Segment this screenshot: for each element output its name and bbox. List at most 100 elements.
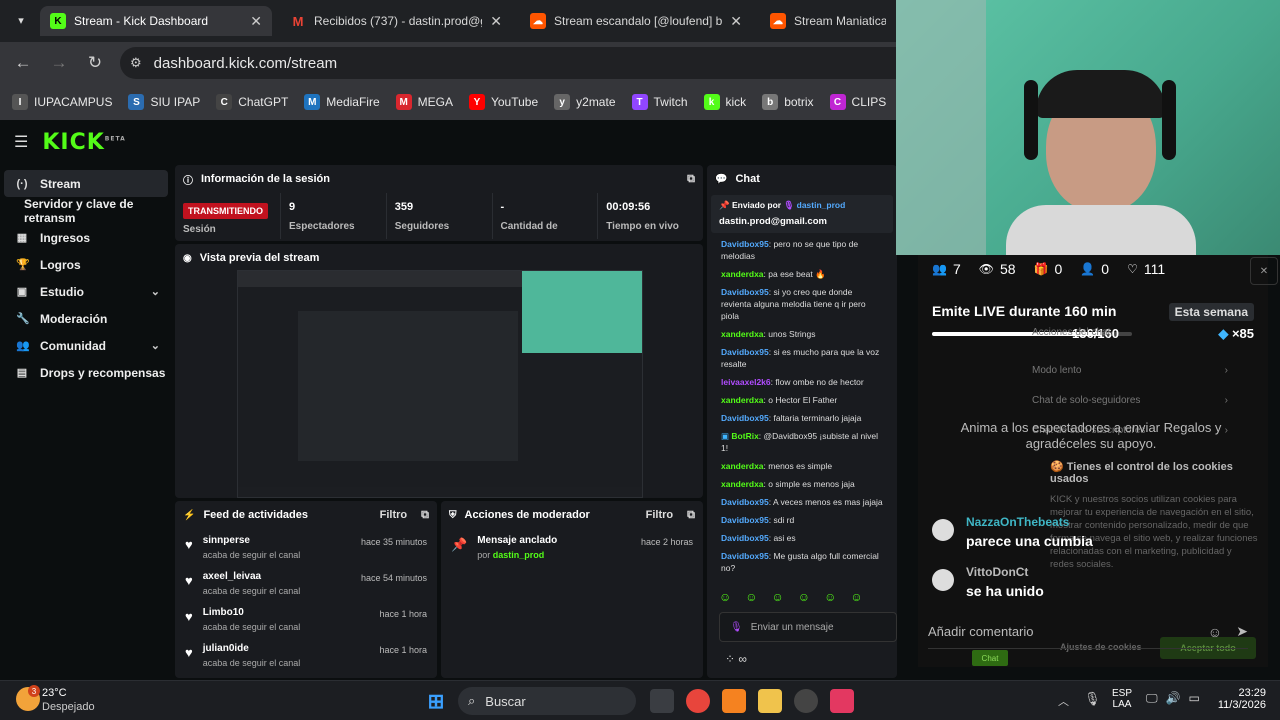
chat-username[interactable]: leivaaxel2k6 (721, 377, 771, 387)
fl-studio-icon[interactable] (722, 689, 746, 713)
language-indicator[interactable]: ESP LAA (1112, 688, 1132, 710)
sidebar-item-stream[interactable]: (·) Stream (4, 170, 168, 197)
chat-username[interactable]: xanderdxa (721, 461, 764, 471)
tab-gmail[interactable]: M Recibidos (737) - dastin.prod@gmail.c … (280, 6, 512, 36)
chat-action-item[interactable]: Chat de solo-seguidores › (1032, 395, 1228, 406)
sidebar-item-moderación[interactable]: 🔧 Moderación (4, 305, 168, 332)
bookmark-botrix[interactable]: b botrix (762, 94, 814, 110)
chat-username[interactable]: xanderdxa (721, 479, 764, 489)
forward-icon[interactable]: → (48, 52, 70, 74)
overlay-stat: ♡ 111 (1127, 261, 1165, 277)
task-view-icon[interactable] (650, 689, 674, 713)
chat-action-item[interactable]: Acciones del chat (1032, 327, 1228, 338)
chrome-icon[interactable] (686, 689, 710, 713)
tray-icons[interactable]: 🖵 🔊 ▭ (1146, 691, 1200, 706)
feed-time: hace 54 minutos (360, 573, 427, 583)
comment-user[interactable]: VittoDonCt (966, 565, 1028, 579)
close-icon[interactable]: ✕ (250, 13, 262, 30)
chat-input[interactable]: 🎙 Enviar un mensaje (719, 612, 897, 642)
menu-icon[interactable]: ☰ (14, 132, 28, 152)
emote-icon[interactable]: ☺ (850, 590, 862, 604)
pinned-user[interactable]: dastin_prod (797, 200, 846, 210)
comment-user[interactable]: NazzaOnThebeats (966, 515, 1069, 529)
chat-action-item[interactable]: Modo lento › (1032, 365, 1228, 376)
feed-username[interactable]: Limbo10 (203, 607, 301, 618)
emote-icon[interactable]: ☺ (824, 590, 836, 604)
chat-username[interactable]: xanderdxa (721, 269, 764, 279)
site-info-icon[interactable]: ⚙ (130, 55, 142, 71)
tab-kick-dashboard[interactable]: K Stream - Kick Dashboard ✕ (40, 6, 272, 36)
tab-soundcloud-2[interactable]: ☁ Stream Maniatica by [@ (760, 6, 896, 36)
clock[interactable]: 23:29 11/3/2026 (1212, 687, 1266, 711)
chat-username[interactable]: Davidbox95 (721, 347, 769, 357)
emote-icon[interactable]: ☺ (798, 590, 810, 604)
overlay-chat-button[interactable]: Chat (972, 650, 1008, 666)
popout-icon[interactable]: ⧉ (687, 509, 695, 522)
taskbar-search[interactable]: ⌕ Buscar (458, 687, 636, 715)
capcut-icon[interactable] (830, 689, 854, 713)
stream-preview-video[interactable] (237, 270, 643, 498)
windows-start-icon[interactable]: ⊞ (424, 689, 448, 713)
emote-icon[interactable]: ☺ (745, 590, 757, 604)
obs-icon[interactable] (794, 689, 818, 713)
sidebar-item-servidor[interactable]: Servidor y clave de retransm (4, 197, 168, 225)
close-icon[interactable]: ✕ (490, 13, 502, 30)
bookmark-siu-ipap[interactable]: S SIU IPAP (128, 94, 200, 110)
chat-username[interactable]: Davidbox95 (721, 239, 769, 249)
bookmark-clips[interactable]: C CLIPS (829, 94, 886, 110)
chat-message: leivaaxel2k6: flow ombe no de hector (707, 373, 897, 391)
comment-input[interactable]: Añadir comentario ☺ ➤ (928, 615, 1248, 649)
close-icon[interactable]: ✕ (730, 13, 742, 30)
emote-icon[interactable]: ☺ (719, 590, 731, 604)
chevron-down-icon[interactable]: ⌄ (151, 285, 160, 298)
bookmark-mediafire[interactable]: M MediaFire (304, 94, 380, 110)
address-bar[interactable]: ⚙ dashboard.kick.com/stream (120, 47, 1020, 79)
chat-username[interactable]: Davidbox95 (721, 533, 769, 543)
bookmark-youtube[interactable]: Y YouTube (468, 94, 538, 110)
bookmark-chatgpt[interactable]: C ChatGPT (216, 94, 288, 110)
chat-username[interactable]: Davidbox95 (721, 551, 769, 561)
chat-header: 💬 Chat (707, 165, 897, 193)
feed-filter-button[interactable]: Filtro (380, 509, 408, 521)
popout-icon[interactable]: ⧉ (421, 509, 429, 522)
chat-username[interactable]: Davidbox95 (721, 413, 769, 423)
sidebar-item-logros[interactable]: 🏆 Logros (4, 251, 168, 278)
bookmark-mega[interactable]: M MEGA (395, 94, 453, 110)
bookmark-twitch[interactable]: T Twitch (631, 94, 688, 110)
chat-username[interactable]: Davidbox95 (721, 497, 769, 507)
chevron-down-icon[interactable]: ⌄ (151, 339, 160, 352)
tab-soundcloud-1[interactable]: ☁ Stream escandalo [@loufend] by [@a ✕ (520, 6, 752, 36)
tray-chevron-icon[interactable]: ︿ (1058, 693, 1069, 709)
emoji-icon[interactable]: ☺ (1208, 624, 1222, 640)
chat-text: o Hector El Father (768, 395, 838, 405)
sidebar-item-ingresos[interactable]: ▦ Ingresos (4, 224, 168, 251)
mic-icon[interactable]: 🎙 (1084, 691, 1101, 707)
kick-logo[interactable]: KICKBETA (42, 130, 125, 155)
feed-username[interactable]: axeel_leivaa (203, 571, 301, 582)
sidebar-item-comunidad[interactable]: 👥 Comunidad ⌄ (4, 332, 168, 359)
sidebar-item-drops[interactable]: ▤ Drops y recompensas (4, 359, 168, 386)
emote-icon[interactable]: ☺ (772, 590, 784, 604)
mod-filter-button[interactable]: Filtro (646, 509, 674, 521)
chat-username[interactable]: Davidbox95 (721, 287, 769, 297)
file-explorer-icon[interactable] (758, 689, 782, 713)
bookmark-kick[interactable]: k kick (703, 94, 746, 110)
sidebar-item-estudio[interactable]: ▣ Estudio ⌄ (4, 278, 168, 305)
settings-icon[interactable]: ⁘ ∞ (725, 652, 747, 666)
back-icon[interactable]: ← (12, 52, 34, 74)
chat-username[interactable]: xanderdxa (721, 329, 764, 339)
chat-username[interactable]: xanderdxa (721, 395, 764, 405)
overlay-close-icon[interactable]: ✕ (1250, 257, 1278, 285)
send-icon[interactable]: ➤ (1236, 623, 1248, 640)
mod-action-user[interactable]: dastin_prod (493, 550, 545, 560)
headphones-right (1162, 80, 1176, 160)
feed-username[interactable]: sinnperse (203, 535, 301, 546)
chat-username[interactable]: BotRix (731, 431, 758, 441)
bookmark-y2mate[interactable]: y y2mate (554, 94, 616, 110)
bookmark-iupacampus[interactable]: I IUPACAMPUS (12, 94, 112, 110)
popout-icon[interactable]: ⧉ (687, 173, 695, 186)
chat-username[interactable]: Davidbox95 (721, 515, 769, 525)
tab-search-icon[interactable]: ▾ (10, 9, 32, 31)
reload-icon[interactable]: ↻ (84, 52, 106, 74)
feed-username[interactable]: julian0ide (203, 643, 301, 654)
